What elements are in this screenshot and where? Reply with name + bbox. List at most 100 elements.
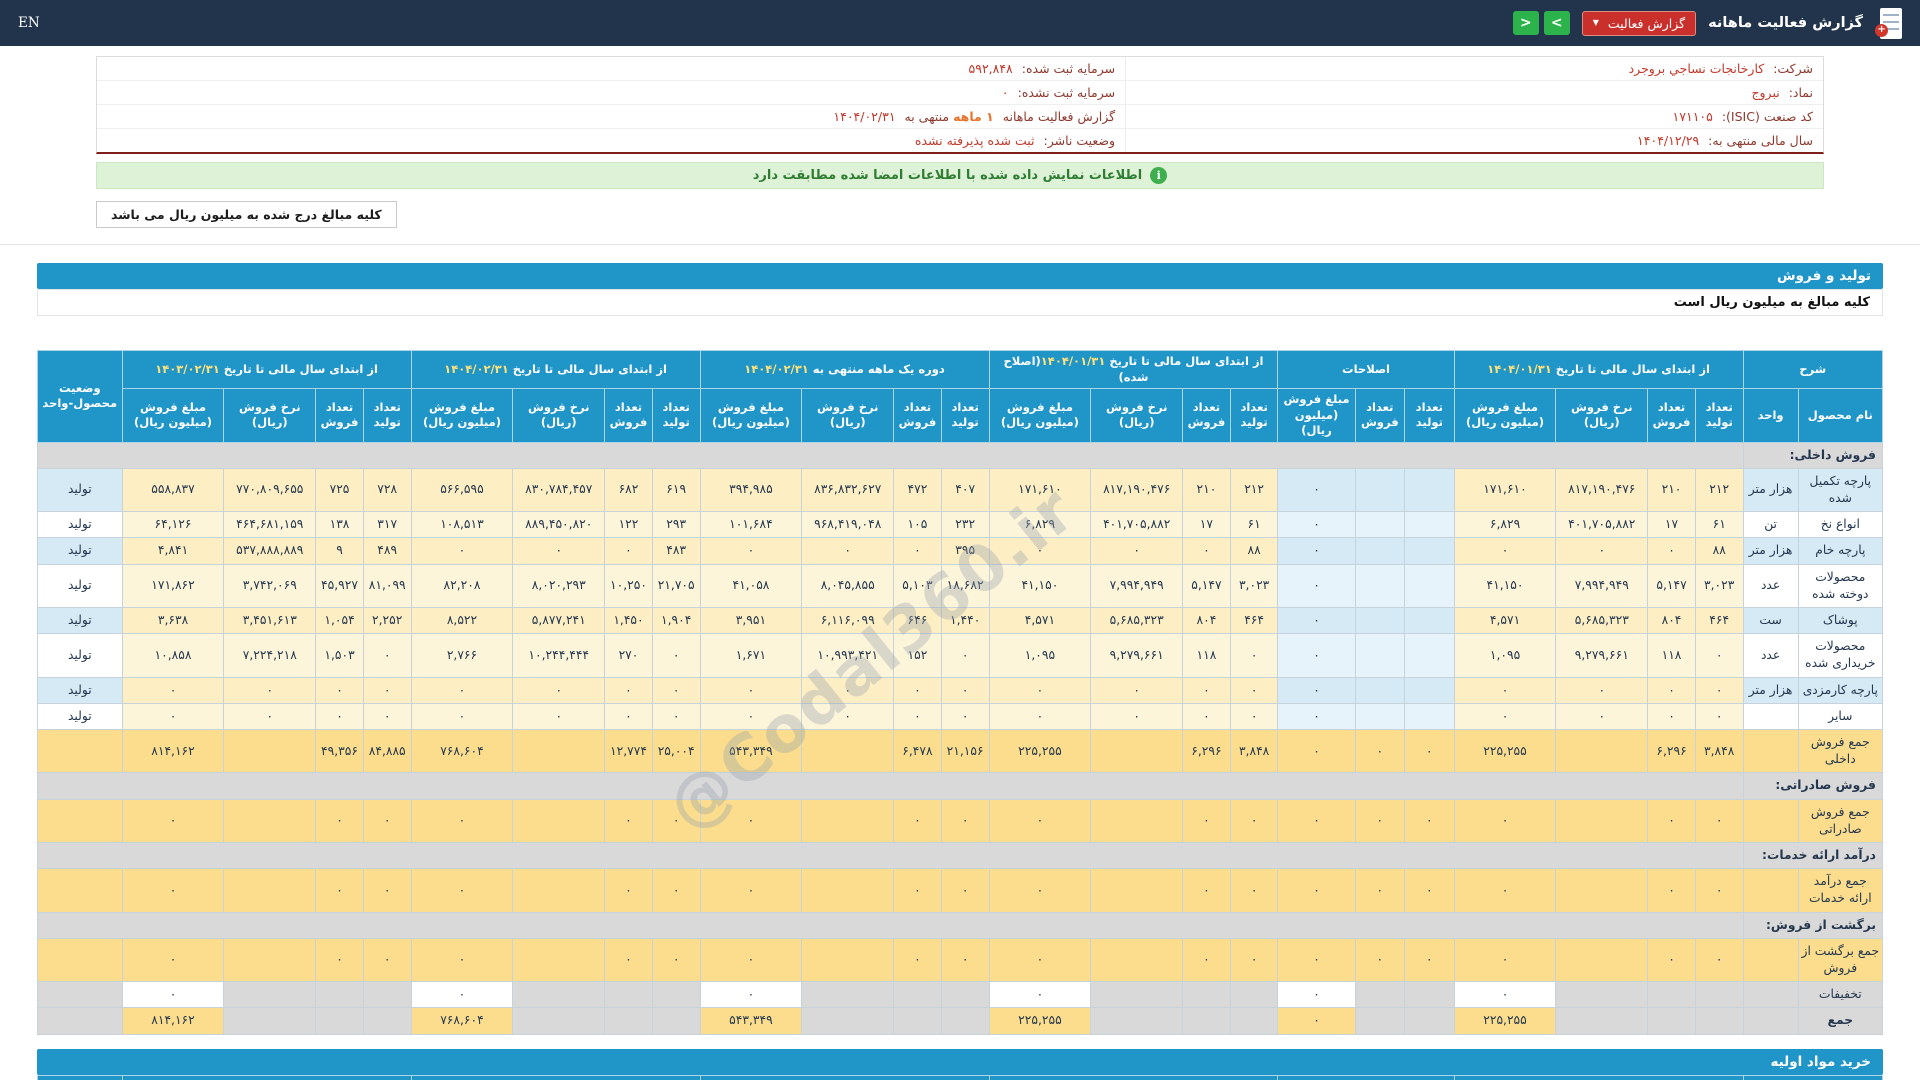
- discount-row: تخفیفات ۰ ۰ ۰ ۰ ۰ ۰: [37, 981, 1884, 1009]
- cell-value: [604, 1007, 653, 1035]
- cell-unit: هزار متر: [1742, 537, 1799, 565]
- cell-value: ۰: [940, 868, 990, 913]
- cell-unit: عدد: [1742, 563, 1799, 609]
- col-group-1: اصلاحات: [1277, 349, 1455, 390]
- cell-value: [1404, 511, 1455, 539]
- info-label: گزارش فعالیت ماهانه: [1002, 109, 1116, 124]
- section-row: درآمد ارائه خدمات:: [37, 842, 1884, 870]
- info-label: منتهی به: [904, 109, 950, 124]
- cell-value: ۸۴,۸۸۵: [362, 729, 412, 774]
- cell-value: ۰: [1694, 633, 1744, 678]
- cell-value: ۰: [1277, 981, 1356, 1009]
- cell-value: ۴۵,۹۲۷: [315, 563, 364, 609]
- cell-value: ۶۴۶: [893, 606, 942, 635]
- cell-value: [1555, 1007, 1649, 1035]
- cell-value: ۱,۹۰۴: [651, 606, 701, 635]
- cell-value: ۱۲,۷۷۴: [604, 729, 653, 774]
- cell-value: [651, 1007, 701, 1035]
- cell-value: [1404, 1007, 1455, 1035]
- cell-value: ۰: [893, 868, 942, 913]
- cell-status: تولید: [37, 563, 123, 609]
- cell-status: تولید: [37, 467, 123, 513]
- cell-value: ۰: [410, 981, 514, 1009]
- cell-value: ۶۱: [1694, 511, 1744, 539]
- cell-value: ۴۹,۳۵۶: [315, 729, 364, 774]
- cell-value: ۰: [512, 676, 606, 704]
- cell-value: ۰: [1229, 868, 1279, 913]
- report-type-dropdown[interactable]: گزارش فعالیت ▼: [1581, 10, 1697, 36]
- cell-value: ۴,۸۴۱: [121, 537, 225, 565]
- section-fill: [37, 842, 1744, 870]
- cell-value: ۰: [1354, 729, 1406, 774]
- cell-value: ۲,۷۶۶: [410, 633, 514, 678]
- col-sub: تعداد تولید: [1694, 388, 1744, 443]
- topbar-right-cluster: + گزارش فعالیت ماهانه گزارش فعالیت ▼ > <: [1512, 7, 1902, 39]
- cell-value: ۰: [1404, 798, 1455, 844]
- cell-value: [512, 981, 606, 1009]
- cell-value: ۸۰۴: [1182, 606, 1231, 635]
- col-sub: تعداد فروش: [604, 388, 653, 443]
- cell-value: ۰: [1555, 702, 1649, 731]
- cell-product-name: پوشاک: [1797, 606, 1884, 635]
- signed-data-notice: i اطلاعات نمایش داده شده با اطلاعات امضا…: [96, 162, 1824, 189]
- cell-value: ۱۰۸,۵۱۳: [410, 511, 514, 539]
- cell-value: ۹۶۸,۴۱۹,۰۴۸: [801, 511, 895, 539]
- cell-value: ۲۲۵,۲۵۵: [988, 1007, 1092, 1035]
- cell-value: ۶۱: [1229, 511, 1279, 539]
- cell-value: [1354, 467, 1406, 513]
- cell-value: ۰: [410, 676, 514, 704]
- cell-value: ۰: [651, 937, 701, 983]
- cell-value: ۰: [893, 937, 942, 983]
- cell-value: ۰: [1277, 676, 1356, 704]
- cell-value: ۰: [121, 676, 225, 704]
- cell-value: ۶,۸۲۹: [988, 511, 1092, 539]
- cell-value: ۸۱۴,۱۶۲: [121, 729, 225, 774]
- cell-value: ۰: [699, 868, 803, 913]
- cell-value: [940, 1007, 990, 1035]
- cell-product-name: پارچه خام: [1797, 537, 1884, 565]
- cell-value: ۱,۵۰۳: [315, 633, 364, 678]
- cell-value: ۸۳۰,۷۸۴,۴۵۷: [512, 467, 606, 513]
- prev-report-button[interactable]: <: [1512, 11, 1539, 35]
- next-report-button[interactable]: >: [1543, 11, 1570, 35]
- info-circle-icon: i: [1150, 167, 1168, 184]
- raw-material-purchase-table: شرحاز ابتدای سال مالی تا تاریخ ۱۴۰۴/۰۱/۳…: [37, 1074, 1884, 1080]
- info-value: کارخانجات نساجي بروجرد: [1628, 61, 1765, 76]
- col-sub: نام محصول: [1797, 388, 1884, 443]
- cell-value: ۰: [512, 537, 606, 565]
- cell-value: ۰: [121, 702, 225, 731]
- cell-value: ۰: [699, 798, 803, 844]
- cell-value: ۰: [1182, 676, 1231, 704]
- cell-product-name: انواع نخ: [1797, 511, 1884, 539]
- cell-value: [1090, 937, 1184, 983]
- cell-value: ۰: [1453, 981, 1557, 1009]
- cell-value: ۰: [1453, 537, 1557, 565]
- cell-value: ۰: [988, 537, 1092, 565]
- cell-value: ۰: [1647, 798, 1696, 844]
- cell-value: ۰: [315, 702, 364, 731]
- cell-value: ۰: [988, 798, 1092, 844]
- cell-value: ۸۱,۰۹۹: [362, 563, 412, 609]
- col-sub: نرخ فروش (ریال): [801, 388, 895, 443]
- cell-value: ۰: [1647, 868, 1696, 913]
- production-sales-table: شرح از ابتدای سال مالی تا تاریخ ۱۴۰۴/۰۱/۳…: [37, 349, 1884, 1035]
- cell-value: ۰: [1182, 702, 1231, 731]
- amounts-note-wrap: کلیه مبالغ درج شده به میلیون ریال می باش…: [0, 201, 1920, 228]
- cell-value: ۰: [1277, 1007, 1356, 1035]
- cell-status: تولید: [37, 702, 123, 731]
- report-icon[interactable]: +: [1875, 7, 1902, 39]
- cell-value: ۱۷: [1647, 511, 1696, 539]
- cell-value: ۱۷۱,۶۱۰: [988, 467, 1092, 513]
- cell-value: ۴۶۴: [1229, 606, 1279, 635]
- cell-value: [801, 937, 895, 983]
- cell-value: [223, 798, 317, 844]
- language-toggle[interactable]: EN: [18, 15, 40, 31]
- cell-unit: [1742, 702, 1799, 731]
- p-col-group-0: از ابتدای سال مالی تا تاریخ ۱۴۰۴/۰۱/۳۱: [1453, 1074, 1744, 1080]
- cell-value: ۵,۱۴۷: [1182, 563, 1231, 609]
- cell-value: ۶,۲۹۶: [1182, 729, 1231, 774]
- cell-value: ۲۲۵,۲۵۵: [988, 729, 1092, 774]
- cell-value: [1555, 798, 1649, 844]
- info-row: سال مالی منتهی به: ۱۴۰۴/۱۲/۲۹ وضعیت ناشر…: [97, 128, 1823, 152]
- cell-value: ۰: [362, 868, 412, 913]
